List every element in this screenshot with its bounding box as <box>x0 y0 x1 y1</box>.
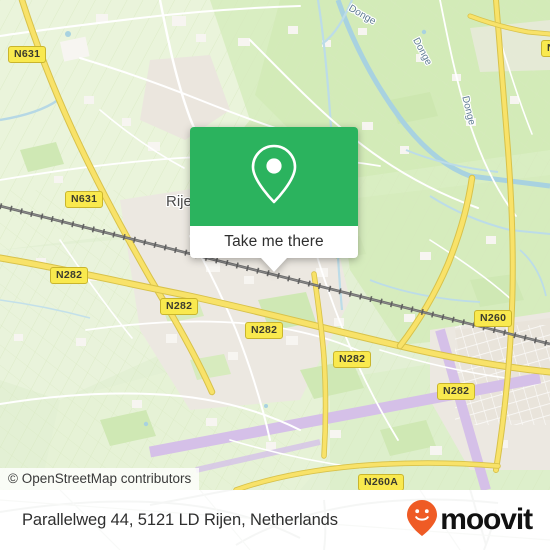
popup-icon-area <box>190 127 358 226</box>
road-shield-clipped: N <box>541 40 550 57</box>
address-label: Parallelweg 44, 5121 LD Rijen, Netherlan… <box>22 510 338 529</box>
osm-attribution[interactable]: © OpenStreetMap contributors <box>0 468 200 490</box>
moovit-logo[interactable]: moovit <box>406 499 533 542</box>
take-me-there-label: Take me there <box>224 233 324 250</box>
road-shield-n282-c: N282 <box>245 322 284 339</box>
moovit-map-screenshot: N631 N631 N282 N282 N282 N282 N282 N260 … <box>0 0 550 550</box>
road-shield-n260: N260 <box>474 310 513 327</box>
footer-bar: Parallelweg 44, 5121 LD Rijen, Netherlan… <box>0 490 550 550</box>
location-popup-card[interactable]: Take me there <box>190 127 358 272</box>
map-pin-icon <box>248 142 300 211</box>
road-shield-n631-b: N631 <box>65 191 104 208</box>
road-shield-n282-a: N282 <box>50 267 89 284</box>
map-canvas[interactable]: N631 N631 N282 N282 N282 N282 N282 N260 … <box>0 0 550 490</box>
road-shield-n631-a: N631 <box>8 46 47 63</box>
road-shield-n282-e: N282 <box>437 383 476 400</box>
road-shield-n260a: N260A <box>358 474 405 490</box>
popup-pointer-tip <box>261 258 287 272</box>
road-shield-n282-d: N282 <box>333 351 372 368</box>
moovit-smiley-pin-icon <box>406 499 438 542</box>
road-shield-n282-b: N282 <box>160 298 199 315</box>
popup-action-area[interactable]: Take me there <box>190 226 358 258</box>
moovit-wordmark: moovit <box>440 503 533 536</box>
